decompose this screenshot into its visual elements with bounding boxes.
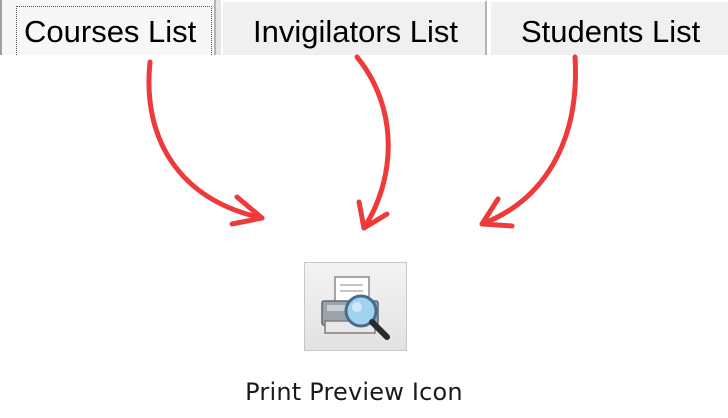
tab-label: Invigilators List	[253, 14, 459, 49]
arrow-from-students	[479, 54, 578, 227]
tab-strip: Courses List Invigilators List Students …	[0, 0, 728, 55]
annotation-arrows	[146, 54, 578, 231]
tab-label: Students List	[521, 14, 701, 49]
tab-label: Courses List	[24, 14, 197, 49]
arrow-head-students	[479, 196, 515, 229]
tab-invigilators-list[interactable]: Invigilators List	[221, 0, 487, 55]
tab-courses-list[interactable]: Courses List	[0, 0, 216, 55]
tab-students-list[interactable]: Students List	[489, 0, 728, 55]
arrow-from-courses	[146, 59, 265, 221]
print-preview-icon	[321, 276, 390, 340]
print-preview-button[interactable]	[304, 262, 407, 351]
caption: Print Preview Icon	[245, 378, 463, 406]
arrow-head-invigilators	[356, 199, 390, 231]
arrow-head-courses	[229, 194, 265, 227]
arrow-from-invigilators	[354, 54, 391, 231]
